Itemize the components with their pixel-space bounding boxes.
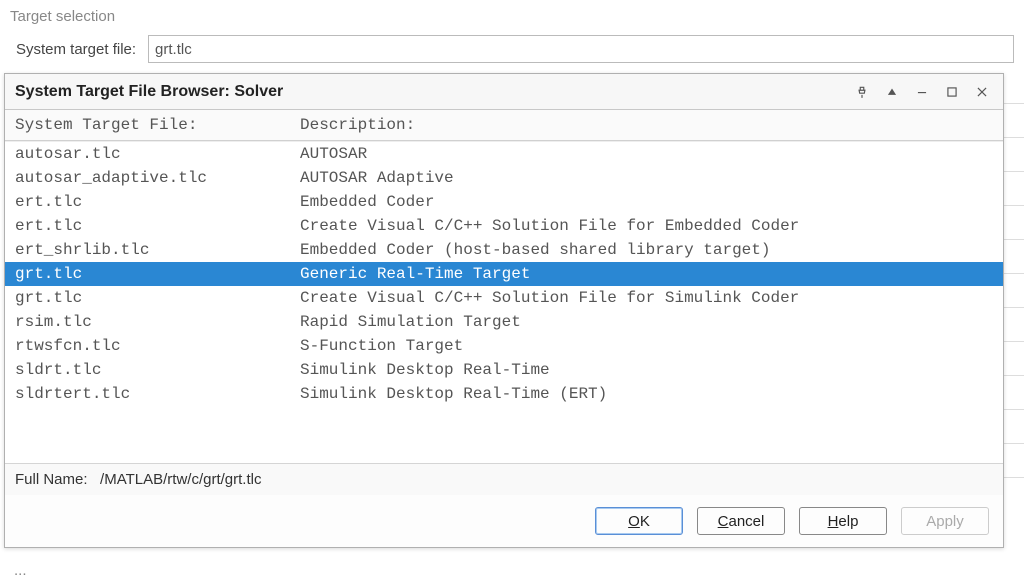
list-item-file: grt.tlc [15,263,300,285]
list-item-description: AUTOSAR [300,143,993,165]
fullname-value: /MATLAB/rtw/c/grt/grt.tlc [100,471,261,488]
list-item-file: rtwsfcn.tlc [15,335,300,357]
list-item[interactable]: ert.tlcCreate Visual C/C++ Solution File… [5,214,1003,238]
help-button[interactable]: Help [799,507,887,535]
list-item[interactable]: rtwsfcn.tlcS-Function Target [5,334,1003,358]
list-item-description: S-Function Target [300,335,993,357]
target-file-list[interactable]: autosar.tlcAUTOSARautosar_adaptive.tlcAU… [5,141,1003,463]
list-item-file: sldrt.tlc [15,359,300,381]
target-file-row: System target file: [10,35,1014,63]
list-item[interactable]: rsim.tlcRapid Simulation Target [5,310,1003,334]
list-item-file: ert.tlc [15,191,300,213]
list-item-file: grt.tlc [15,287,300,309]
dialog-titlebar: System Target File Browser: Solver [5,74,1003,110]
ok-button[interactable]: OK [595,507,683,535]
dialog-button-row: OK Cancel Help Apply [5,495,1003,547]
list-item-description: Generic Real-Time Target [300,263,993,285]
column-file-header: System Target File: [15,116,300,134]
background-decorative-lines [1004,70,1024,478]
target-file-input[interactable] [148,35,1014,63]
list-item[interactable]: sldrtert.tlcSimulink Desktop Real-Time (… [5,382,1003,406]
list-item[interactable]: grt.tlcCreate Visual C/C++ Solution File… [5,286,1003,310]
triangle-up-icon[interactable] [881,81,903,103]
list-item-description: Rapid Simulation Target [300,311,993,333]
dialog-title: System Target File Browser: Solver [15,83,843,101]
list-item-file: autosar_adaptive.tlc [15,167,300,189]
list-item-file: ert.tlc [15,215,300,237]
list-item-description: Simulink Desktop Real-Time (ERT) [300,383,993,405]
list-item[interactable]: autosar_adaptive.tlcAUTOSAR Adaptive [5,166,1003,190]
fullname-label: Full Name: [15,471,88,488]
pin-icon[interactable] [851,81,873,103]
ellipsis-text: ... [14,562,27,579]
list-item-file: sldrtert.tlc [15,383,300,405]
column-desc-header: Description: [300,116,993,134]
list-item-file: rsim.tlc [15,311,300,333]
list-item-file: autosar.tlc [15,143,300,165]
list-item-description: AUTOSAR Adaptive [300,167,993,189]
list-item-file: ert_shrlib.tlc [15,239,300,261]
section-title: Target selection [10,8,1014,25]
target-file-label: System target file: [10,41,136,58]
list-item[interactable]: ert.tlcEmbedded Coder [5,190,1003,214]
list-item-description: Embedded Coder (host-based shared librar… [300,239,993,261]
apply-button: Apply [901,507,989,535]
list-item[interactable]: sldrt.tlcSimulink Desktop Real-Time [5,358,1003,382]
column-header: System Target File: Description: [5,110,1003,141]
list-item-description: Create Visual C/C++ Solution File for Em… [300,215,993,237]
close-icon[interactable] [971,81,993,103]
list-item[interactable]: ert_shrlib.tlcEmbedded Coder (host-based… [5,238,1003,262]
target-file-browser-dialog: System Target File Browser: Solver Syste… [4,73,1004,548]
fullname-row: Full Name: /MATLAB/rtw/c/grt/grt.tlc [5,463,1003,495]
list-item-description: Create Visual C/C++ Solution File for Si… [300,287,993,309]
maximize-icon[interactable] [941,81,963,103]
list-item[interactable]: autosar.tlcAUTOSAR [5,142,1003,166]
list-item[interactable]: grt.tlcGeneric Real-Time Target [5,262,1003,286]
minimize-icon[interactable] [911,81,933,103]
list-item-description: Embedded Coder [300,191,993,213]
cancel-button[interactable]: Cancel [697,507,785,535]
list-item-description: Simulink Desktop Real-Time [300,359,993,381]
